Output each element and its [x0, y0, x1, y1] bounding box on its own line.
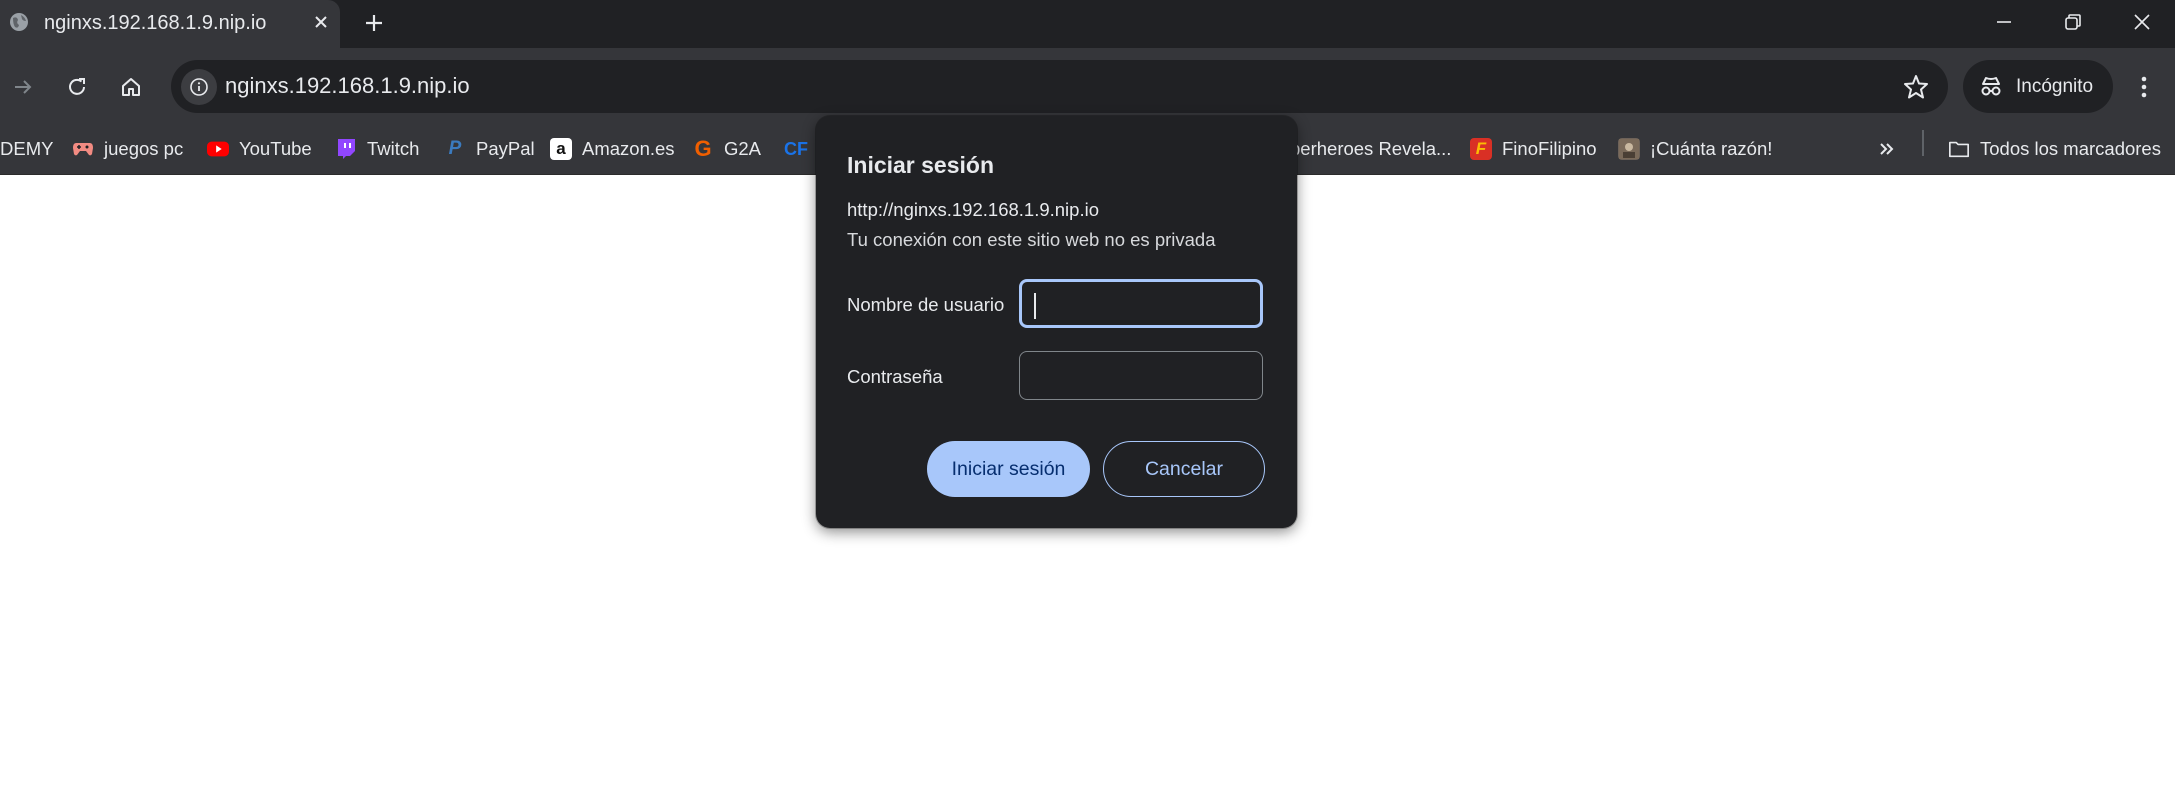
finofilipino-icon: F	[1470, 138, 1492, 160]
twitch-icon	[335, 138, 357, 160]
more-bookmarks-chevron-icon[interactable]	[1877, 136, 1897, 162]
bookmark-item[interactable]: P PayPal	[444, 136, 535, 162]
gamepad-icon	[72, 138, 94, 160]
new-tab-button[interactable]	[359, 8, 389, 38]
minimize-button[interactable]	[1974, 4, 2034, 40]
bookmark-item[interactable]: a Amazon.es	[550, 136, 675, 162]
bookmark-item[interactable]: juegos pc	[72, 136, 183, 162]
bookmark-star-icon[interactable]	[1902, 73, 1930, 101]
bookmark-item[interactable]: DEMY	[0, 136, 53, 162]
bookmark-item[interactable]: F FinoFilipino	[1470, 136, 1597, 162]
close-icon[interactable]	[308, 9, 334, 35]
close-window-button[interactable]	[2112, 4, 2172, 40]
cf-icon: CF	[784, 138, 808, 159]
tab-title: nginxs.192.168.1.9.nip.io	[44, 12, 267, 34]
tab-strip: nginxs.192.168.1.9.nip.io	[0, 0, 2175, 48]
address-url[interactable]: nginxs.192.168.1.9.nip.io	[225, 73, 470, 99]
page-content	[0, 175, 2175, 789]
bookmark-item[interactable]: ¡Cuánta razón!	[1618, 136, 1772, 162]
bookmark-label: Twitch	[367, 138, 420, 159]
bookmark-item[interactable]: YouTube	[207, 136, 312, 162]
bookmark-item[interactable]: perheroes Revela...	[1290, 136, 1451, 162]
bookmark-label: perheroes Revela...	[1290, 138, 1452, 159]
reload-button[interactable]	[60, 70, 94, 104]
all-bookmarks-folder[interactable]: Todos los marcadores	[1948, 136, 2161, 162]
incognito-indicator[interactable]: Incógnito	[1963, 60, 2113, 113]
bookmark-label: FinoFilipino	[1502, 138, 1597, 159]
bookmark-label: Amazon.es	[582, 138, 675, 159]
cuanta-razon-icon	[1618, 138, 1640, 160]
youtube-icon	[207, 138, 229, 160]
forward-button[interactable]	[6, 70, 40, 104]
incognito-label: Incógnito	[2016, 76, 2094, 97]
restore-button[interactable]	[2043, 4, 2103, 40]
bookmark-label: PayPal	[476, 138, 535, 159]
bookmark-label: YouTube	[239, 138, 312, 159]
bookmark-item[interactable]: G G2A	[692, 136, 761, 162]
site-info-icon[interactable]	[181, 69, 217, 105]
g2a-icon: G	[694, 136, 712, 161]
bookmark-label: DEMY	[0, 138, 54, 159]
incognito-icon	[1981, 77, 2001, 96]
bookmark-item[interactable]: CF	[784, 136, 808, 162]
tab-active[interactable]: nginxs.192.168.1.9.nip.io	[0, 0, 340, 48]
all-bookmarks-label: Todos los marcadores	[1980, 138, 2161, 159]
folder-icon	[1948, 138, 1970, 160]
globe-icon	[10, 13, 28, 31]
bookmark-label: G2A	[724, 138, 762, 159]
more-menu-icon[interactable]	[2132, 70, 2156, 104]
bookmarks-divider	[1922, 130, 1924, 156]
bookmark-item[interactable]: Twitch	[335, 136, 419, 162]
amazon-icon: a	[550, 138, 572, 160]
address-bar[interactable]: nginxs.192.168.1.9.nip.io	[171, 60, 1948, 113]
paypal-icon: P	[448, 138, 462, 159]
home-button[interactable]	[114, 70, 148, 104]
bookmark-label: ¡Cuánta razón!	[1650, 138, 1773, 159]
bookmark-label: juegos pc	[104, 138, 184, 159]
